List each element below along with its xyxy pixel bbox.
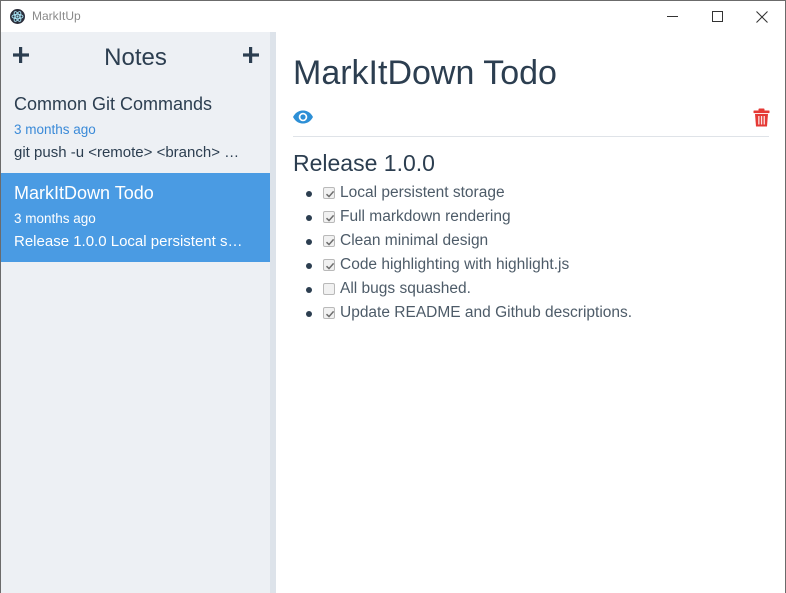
note-view: MarkItDown Todo Release 1.0.0 Local pers… — [276, 32, 785, 593]
todo-text: All bugs squashed. — [340, 280, 471, 297]
add-note-button-right[interactable] — [240, 44, 262, 66]
bullet-icon — [306, 311, 312, 317]
markdown-heading: Release 1.0.0 — [293, 150, 435, 176]
bullet-icon — [306, 239, 312, 245]
bullet-icon — [306, 287, 312, 293]
check-icon — [325, 190, 335, 198]
maximize-button[interactable] — [694, 1, 740, 32]
maximize-icon — [711, 11, 723, 22]
title-bar: MarkItUp — [1, 1, 785, 32]
todo-list: Local persistent storage Full markdown r… — [293, 182, 632, 326]
todo-checkbox[interactable] — [323, 259, 335, 271]
toolbar-divider — [293, 136, 769, 137]
note-view-title: MarkItDown Todo — [293, 54, 557, 92]
note-title: MarkItDown Todo — [14, 183, 154, 203]
todo-item: Local persistent storage — [293, 182, 632, 206]
delete-note-button[interactable] — [753, 108, 770, 127]
minimize-button[interactable] — [649, 1, 695, 32]
check-icon — [325, 214, 335, 222]
note-excerpt: Release 1.0.0 Local persistent s… — [14, 233, 243, 250]
note-excerpt: git push -u <remote> <branch> … — [14, 144, 240, 161]
window-title: MarkItUp — [32, 9, 81, 23]
preview-toggle-button[interactable] — [292, 109, 314, 125]
bullet-icon — [306, 215, 312, 221]
todo-item: Code highlighting with highlight.js — [293, 254, 632, 278]
todo-text: Update README and Github descriptions. — [340, 304, 633, 321]
todo-text: Code highlighting with highlight.js — [340, 256, 570, 273]
bullet-icon — [306, 263, 312, 269]
todo-checkbox[interactable] — [323, 307, 335, 319]
todo-checkbox[interactable] — [323, 211, 335, 223]
close-icon — [756, 10, 768, 23]
notes-sidebar: Notes Common Git Commands 3 months ago g… — [1, 32, 270, 593]
plus-icon — [243, 47, 259, 63]
trash-icon — [753, 108, 770, 127]
todo-checkbox[interactable] — [323, 235, 335, 247]
note-list-item[interactable]: Common Git Commands 3 months ago git pus… — [1, 84, 270, 173]
close-button[interactable] — [739, 1, 785, 32]
sidebar-header: Notes — [1, 32, 270, 88]
sidebar-title: Notes — [104, 44, 167, 71]
todo-text: Local persistent storage — [340, 184, 505, 201]
todo-item: Update README and Github descriptions. — [293, 302, 632, 326]
check-icon — [325, 310, 335, 318]
check-icon — [325, 238, 335, 246]
todo-item: Full markdown rendering — [293, 206, 632, 230]
todo-item: Clean minimal design — [293, 230, 632, 254]
bullet-icon — [306, 191, 312, 197]
app-window: MarkItUp Notes Common Git Commands 3 mon… — [0, 0, 786, 593]
todo-item: All bugs squashed. — [293, 278, 632, 302]
todo-checkbox[interactable] — [323, 187, 335, 199]
minimize-icon — [666, 16, 678, 17]
note-date: 3 months ago — [14, 122, 96, 137]
todo-text: Clean minimal design — [340, 232, 489, 249]
note-title: Common Git Commands — [14, 94, 213, 114]
electron-icon — [10, 9, 25, 24]
note-list-item-selected[interactable]: MarkItDown Todo 3 months ago Release 1.0… — [1, 173, 270, 262]
todo-checkbox-unchecked[interactable] — [323, 283, 335, 295]
note-date: 3 months ago — [14, 211, 96, 226]
eye-icon — [293, 110, 313, 124]
check-icon — [325, 262, 335, 270]
todo-text: Full markdown rendering — [340, 208, 511, 225]
